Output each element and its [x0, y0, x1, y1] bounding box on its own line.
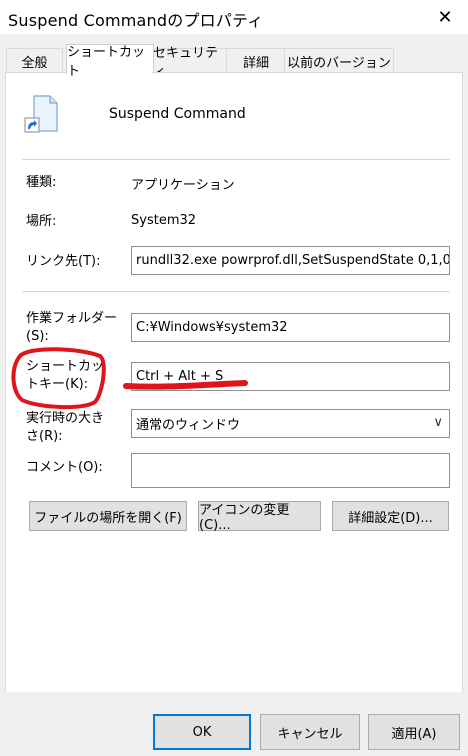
annotation-layer — [11, 347, 248, 410]
tab-shortcut[interactable]: ショートカット — [66, 44, 154, 79]
annotation-circle — [11, 347, 106, 410]
annotation-underline — [123, 380, 248, 390]
